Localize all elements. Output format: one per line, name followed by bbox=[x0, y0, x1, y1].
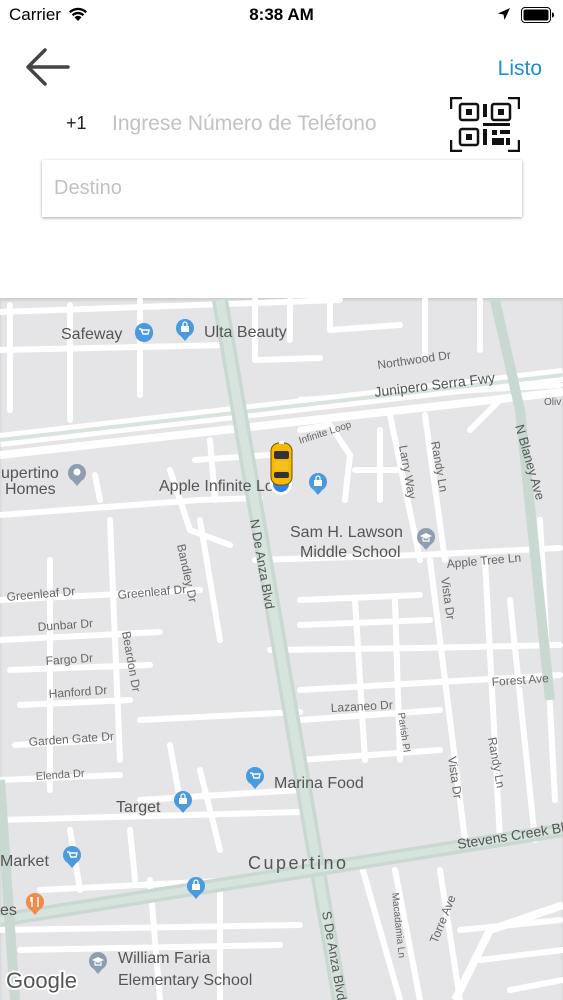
google-logo: Google bbox=[6, 968, 77, 993]
map-label-forest: Forest Ave bbox=[491, 671, 549, 689]
map-label-safeway: Safeway bbox=[61, 326, 122, 343]
graduation-cap-icon[interactable] bbox=[89, 952, 107, 974]
shopping-cart-icon[interactable] bbox=[135, 323, 154, 342]
map-label-sam-lawson: Sam H. Lawson bbox=[290, 524, 403, 541]
map-label-torre: Torre Ave bbox=[427, 893, 459, 945]
map-label-beardon: Beardon Dr bbox=[119, 630, 143, 693]
done-button[interactable]: Listo bbox=[498, 57, 542, 81]
map-label-stevens-creek: Stevens Creek Bl bbox=[456, 819, 563, 852]
map-label-ulta: Ulta Beauty bbox=[204, 324, 287, 341]
map-label-vista-bottom: Vista Dr bbox=[445, 755, 465, 799]
map-label-cupertino: Cupertino bbox=[248, 853, 349, 873]
shopping-bag-icon[interactable] bbox=[174, 791, 192, 813]
map-label-sam-lawson-2: Middle School bbox=[300, 544, 401, 561]
map-canvas[interactable]: Safeway Ulta Beauty upertino Homes Apple… bbox=[0, 298, 563, 1000]
map-label-target: Target bbox=[116, 799, 161, 816]
shopping-cart-icon[interactable] bbox=[246, 767, 264, 789]
qr-code-icon[interactable] bbox=[450, 97, 520, 152]
phone-number-input[interactable] bbox=[112, 110, 442, 138]
country-code: +1 bbox=[66, 113, 87, 133]
map-label-northwood: Northwood Dr bbox=[376, 348, 451, 372]
status-bar: Carrier 8:38 AM bbox=[0, 0, 563, 30]
shopping-bag-icon[interactable] bbox=[309, 473, 327, 495]
status-time: 8:38 AM bbox=[249, 5, 314, 24]
shopping-bag-icon[interactable] bbox=[176, 319, 194, 341]
map-label-marina-food: Marina Food bbox=[274, 775, 364, 792]
map-label-william-faria-2: Elementary School bbox=[118, 972, 252, 989]
map-label-es: es bbox=[0, 902, 17, 919]
map-label-dunbar: Dunbar Dr bbox=[37, 616, 93, 634]
map-label-hanford: Hanford Dr bbox=[48, 683, 108, 701]
map-label-greenleaf-mid: Greenleaf Dr bbox=[117, 582, 187, 602]
taxi-car-icon[interactable] bbox=[270, 441, 293, 486]
battery-icon bbox=[521, 7, 554, 23]
map-label-randy-ln-bottom: Randy Ln bbox=[485, 736, 508, 789]
back-arrow-icon[interactable] bbox=[24, 46, 72, 88]
map-label-greenleaf-left: Greenleaf Dr bbox=[6, 584, 76, 604]
destination-field bbox=[42, 160, 522, 217]
location-arrow-icon bbox=[498, 8, 510, 20]
phone-row: +1 bbox=[66, 110, 456, 140]
destination-input[interactable] bbox=[54, 160, 504, 217]
map-label-cupertino-homes-2: Homes bbox=[5, 481, 56, 498]
map-label-vista-top: Vista Dr bbox=[438, 576, 458, 620]
map-label-elenda: Elenda Dr bbox=[35, 768, 85, 783]
map-label-market: Market bbox=[0, 853, 49, 870]
map-label-cupertino-homes: upertino bbox=[1, 465, 59, 482]
location-pin-icon[interactable] bbox=[68, 464, 86, 486]
map-label-garden-gate: Garden Gate Dr bbox=[28, 729, 114, 749]
map-label-de-anza-bottom: S De Anza Blvd bbox=[319, 910, 349, 1000]
map-label-william-faria: William Faria bbox=[118, 950, 211, 967]
map-label-oliv: Oliv bbox=[544, 397, 561, 408]
map-view[interactable]: Safeway Ulta Beauty upertino Homes Apple… bbox=[0, 298, 563, 1000]
